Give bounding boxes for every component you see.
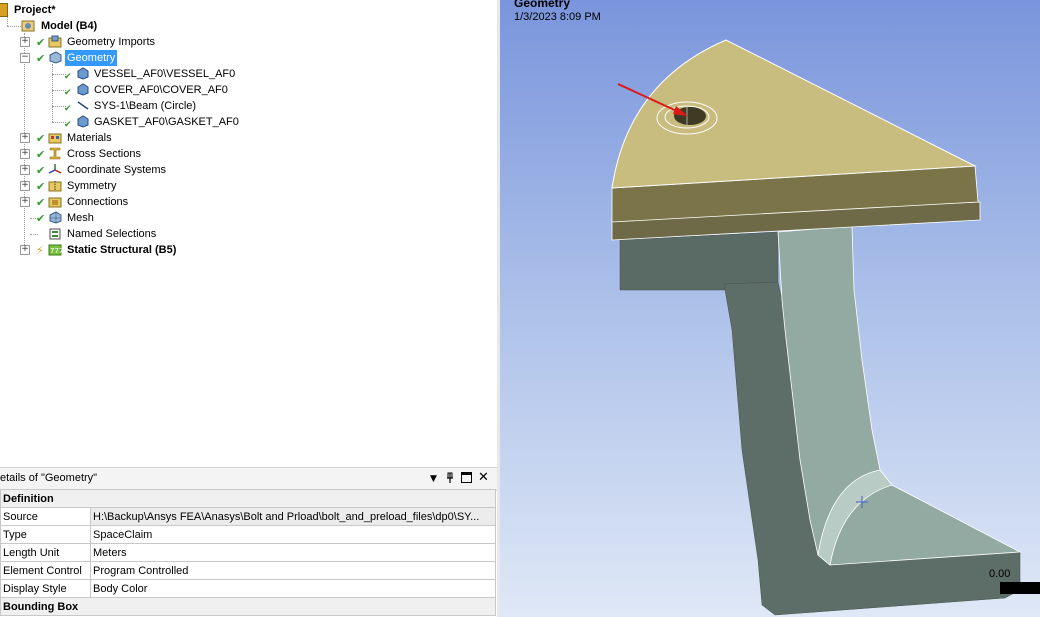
lightning-check-icon: ⚡ — [36, 244, 44, 257]
expand-icon[interactable]: + — [20, 197, 30, 207]
geometry-imports-icon — [48, 35, 62, 48]
check-icon: ✔ — [64, 104, 72, 114]
vessel-wall-top[interactable] — [619, 231, 779, 291]
check-icon: ✔ — [36, 196, 46, 209]
mesh-icon — [48, 211, 62, 224]
expand-icon[interactable]: + — [20, 165, 30, 175]
svg-text:777: 777 — [50, 247, 62, 255]
geometry-icon — [48, 51, 62, 64]
geometry-model[interactable] — [500, 0, 1040, 617]
tree-label: Model (B4) — [41, 20, 98, 32]
model-icon — [21, 19, 35, 32]
details-row-length-unit[interactable]: Length Unit Meters — [0, 543, 496, 562]
solid-body-icon — [76, 67, 90, 80]
cross-section-icon — [48, 147, 62, 160]
tree-label: Geometry — [65, 50, 118, 66]
tree-label: Project* — [14, 4, 56, 16]
static-structural-icon: 777 — [48, 243, 63, 256]
property-key: Length Unit — [0, 543, 91, 562]
tree-label: COVER_AF0\COVER_AF0 — [94, 84, 228, 96]
tree-label: Named Selections — [67, 228, 157, 240]
collapse-icon[interactable]: − — [20, 53, 30, 63]
group-definition[interactable]: Definition — [0, 489, 496, 508]
property-key: Element Control — [0, 561, 91, 580]
details-row-element-control[interactable]: Element Control Program Controlled — [0, 561, 496, 580]
details-header: etails of "Geometry" ▼ ✕ — [0, 467, 497, 491]
viewport-title: Geometry — [514, 0, 571, 10]
property-key: Display Style — [0, 579, 91, 598]
expand-icon[interactable]: + — [20, 181, 30, 191]
property-value[interactable]: SpaceClaim — [90, 525, 496, 544]
outline-tree[interactable]: Project* Model (B4) + ✔ Geometry Imports… — [0, 0, 497, 466]
check-icon: ✔ — [36, 164, 46, 177]
expand-icon[interactable]: + — [20, 37, 30, 47]
tree-label: SYS-1\Beam (Circle) — [94, 100, 197, 112]
details-grid: Definition Source H:\Backup\Ansys FEA\An… — [0, 489, 496, 616]
tree-line — [30, 234, 38, 235]
tree-line — [7, 26, 21, 27]
close-icon[interactable]: ✕ — [478, 470, 489, 485]
group-bounding-box[interactable]: Bounding Box — [0, 597, 496, 616]
tree-label: GASKET_AF0\GASKET_AF0 — [94, 116, 239, 128]
expand-icon[interactable]: + — [20, 245, 30, 255]
project-icon — [0, 3, 8, 17]
scale-label: 0.00 — [989, 568, 1011, 580]
property-key: Type — [0, 525, 91, 544]
details-row-display-style[interactable]: Display Style Body Color — [0, 579, 496, 598]
viewport-timestamp: 1/3/2023 8:09 PM — [514, 11, 601, 23]
expand-icon[interactable]: + — [20, 133, 30, 143]
graphics-viewport[interactable]: Geometry 1/3/2023 8:09 PM 0.00 — [500, 0, 1040, 617]
tree-label: Materials — [67, 132, 112, 144]
tree-label: VESSEL_AF0\VESSEL_AF0 — [94, 68, 236, 80]
details-panel: etails of "Geometry" ▼ ✕ Definition Sour… — [0, 467, 497, 617]
check-icon: ✔ — [36, 212, 46, 225]
property-value[interactable]: Program Controlled — [90, 561, 496, 580]
solid-body-icon — [76, 115, 90, 128]
details-title: etails of "Geometry" — [0, 472, 98, 484]
details-row-type[interactable]: Type SpaceClaim — [0, 525, 496, 544]
tree-label: Static Structural (B5) — [67, 244, 177, 256]
line-body-icon — [76, 99, 90, 112]
maximize-icon[interactable] — [461, 472, 472, 486]
check-icon: ✔ — [36, 180, 46, 193]
dropdown-icon[interactable]: ▼ — [430, 474, 437, 484]
group-label: Bounding Box — [0, 597, 496, 616]
tree-label: Coordinate Systems — [67, 164, 167, 176]
property-value[interactable]: Meters — [90, 543, 496, 562]
symmetry-icon — [48, 179, 62, 192]
materials-icon — [48, 131, 62, 144]
pin-icon[interactable] — [445, 472, 455, 487]
tree-label: Geometry Imports — [67, 36, 156, 48]
solid-body-icon — [76, 83, 90, 96]
group-label: Definition — [0, 489, 496, 508]
check-icon: ✔ — [64, 72, 72, 82]
tree-label: Mesh — [67, 212, 94, 224]
tree-label: Connections — [67, 196, 129, 208]
named-selections-icon — [48, 227, 62, 240]
tree-label: Cross Sections — [67, 148, 141, 160]
expand-icon[interactable]: + — [20, 149, 30, 159]
details-row-source[interactable]: Source H:\Backup\Ansys FEA\Anasys\Bolt a… — [0, 507, 496, 526]
coordinate-systems-icon — [48, 163, 62, 176]
connections-icon — [48, 195, 62, 208]
tree-label: Symmetry — [67, 180, 117, 192]
property-key: Source — [0, 507, 91, 526]
tree-line — [52, 64, 53, 122]
check-icon: ✔ — [64, 88, 72, 98]
check-icon: ✔ — [36, 52, 46, 65]
check-icon: ✔ — [36, 148, 46, 161]
check-icon: ✔ — [36, 36, 46, 49]
property-value[interactable]: H:\Backup\Ansys FEA\Anasys\Bolt and Prlo… — [90, 507, 496, 526]
check-icon: ✔ — [36, 132, 46, 145]
scale-bar — [1000, 582, 1040, 594]
vessel-inner-face[interactable] — [777, 225, 1022, 566]
property-value[interactable]: Body Color — [90, 579, 496, 598]
